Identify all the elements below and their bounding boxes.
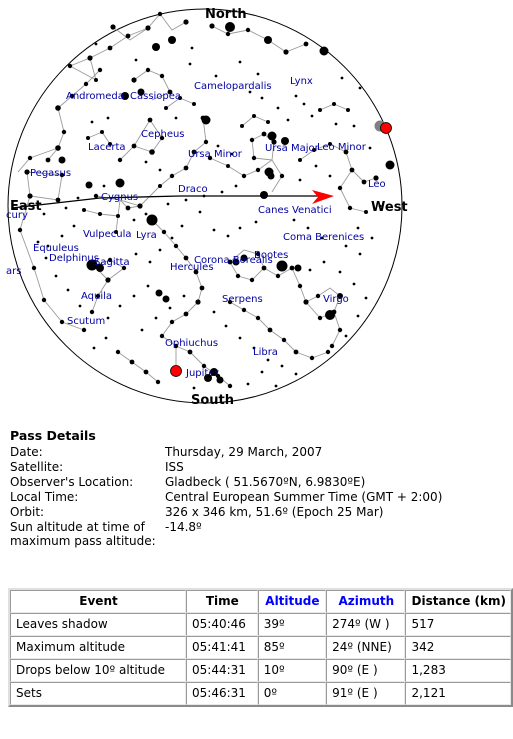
constellation-label-libra: Libra	[253, 347, 278, 358]
distance-cell: 2,121	[405, 682, 511, 705]
event-cell: Leaves shadow	[10, 613, 186, 636]
constellation-label-camelopardalis: Camelopardalis	[194, 81, 272, 92]
constellation-label-cepheus: Cepheus	[141, 129, 185, 140]
detail-row-local-time: Local Time: Central European Summer Time…	[10, 490, 442, 505]
detail-value-sun-altitude: -14.8º	[165, 520, 202, 534]
constellation-label-ursa-major: Ursa Major	[265, 143, 320, 154]
detail-value-orbit: 326 x 346 km, 51.6º (Epoch 25 Mar)	[165, 505, 384, 519]
column-header-azimuth: Azimuth	[326, 590, 406, 613]
pass-details-heading: Pass Details	[10, 428, 96, 443]
constellation-label-ophiuchus: Ophiuchus	[165, 338, 218, 349]
constellation-label-aquila: Aquila	[81, 291, 112, 302]
detail-value-date: Thursday, 29 March, 2007	[165, 445, 323, 459]
detail-value-satellite: ISS	[165, 460, 184, 474]
distance-cell: 1,283	[405, 659, 511, 682]
constellation-label-coma-berenices: Coma Berenices	[283, 232, 364, 243]
detail-value-local-time: Central European Summer Time (GMT + 2:00…	[165, 490, 443, 504]
iss-start-marker	[380, 122, 392, 134]
events-table-wrapper: Event Time Altitude Azimuth Distance (km…	[8, 588, 513, 707]
events-table-header-row: Event Time Altitude Azimuth Distance (km…	[10, 590, 511, 613]
pass-details-table: Date: Thursday, 29 March, 2007 Satellite…	[10, 445, 442, 549]
detail-label-sun-altitude: Sun altitude at time of maximum pass alt…	[10, 520, 165, 549]
pass-details-section: Pass Details Date: Thursday, 29 March, 2…	[10, 428, 503, 549]
detail-label-local-time: Local Time:	[10, 490, 79, 504]
altitude-cell: 0º	[257, 682, 327, 705]
planet-marker-jupiter	[170, 365, 182, 377]
detail-label-orbit: Orbit:	[10, 505, 45, 519]
column-header-distance: Distance (km)	[405, 590, 511, 613]
constellation-label-cassiopea: Cassiopea	[130, 91, 181, 102]
azimuth-cell: 91º (E )	[326, 682, 406, 705]
detail-row-observer-location: Observer's Location: Gladbeck ( 51.5670º…	[10, 475, 442, 490]
time-cell: 05:46:31	[186, 682, 258, 705]
constellation-label-serpens: Serpens	[222, 294, 263, 305]
detail-row-satellite: Satellite: ISS	[10, 460, 442, 475]
events-table-body: Leaves shadow 05:40:46 39º 274º (W ) 517 Maxi…	[10, 613, 511, 705]
constellation-label-cygnus: Cygnus	[101, 192, 138, 203]
events-table: Event Time Altitude Azimuth Distance (km…	[8, 588, 513, 707]
detail-label-satellite: Satellite:	[10, 460, 64, 474]
cardinal-label-west: West	[371, 200, 408, 215]
constellation-label-sagitta: Sagitta	[94, 257, 130, 268]
sun-altitude-label-line2: maximum pass altitude:	[10, 534, 156, 548]
constellation-label-lynx: Lynx	[290, 76, 313, 87]
edge-label-ars: ars	[6, 266, 21, 277]
constellation-label-hercules: Hercules	[170, 262, 214, 273]
event-cell: Drops below 10º altitude	[10, 659, 186, 682]
table-row: Sets 05:46:31 0º 91º (E ) 2,121	[10, 682, 511, 705]
detail-row-sun-altitude: Sun altitude at time of maximum pass alt…	[10, 520, 442, 549]
detail-value-observer-location: Gladbeck ( 51.5670ºN, 6.9830ºE)	[165, 475, 366, 489]
constellation-label-pegasus: Pegasus	[30, 168, 71, 179]
time-cell: 05:44:31	[186, 659, 258, 682]
constellation-label-canes-venatici: Canes Venatici	[258, 205, 332, 216]
cardinal-label-east: East	[10, 199, 42, 214]
table-row: Maximum altitude 05:41:41 85º 24º (NNE) 342	[10, 636, 511, 659]
constellation-label-draco: Draco	[178, 184, 208, 195]
column-header-time: Time	[186, 590, 258, 613]
altitude-cell: 85º	[257, 636, 327, 659]
constellation-label-bootes: Bootes	[254, 250, 288, 261]
event-cell: Maximum altitude	[10, 636, 186, 659]
constellation-label-vulpecula: Vulpecula	[83, 229, 132, 240]
table-row: Leaves shadow 05:40:46 39º 274º (W ) 517	[10, 613, 511, 636]
constellation-label-ursa-minor: Ursa Minor	[188, 149, 243, 160]
azimuth-cell: 90º (E )	[326, 659, 406, 682]
azimuth-cell: 24º (NNE)	[326, 636, 406, 659]
constellation-label-leo-minor: Leo Minor	[317, 142, 367, 153]
detail-label-date: Date:	[10, 445, 43, 459]
sky-chart: Andromeda Cassiopea Camelopardalis Lynx Ceph…	[0, 0, 513, 420]
planet-label-jupiter: Jupiter	[185, 368, 219, 379]
constellation-label-scutum: Scutum	[67, 316, 105, 327]
distance-cell: 342	[405, 636, 511, 659]
constellation-label-virgo: Virgo	[323, 294, 349, 305]
altitude-cell: 10º	[257, 659, 327, 682]
constellation-label-leo: Leo	[368, 179, 386, 190]
time-cell: 05:40:46	[186, 613, 258, 636]
constellation-label-lyra: Lyra	[136, 230, 157, 241]
detail-row-date: Date: Thursday, 29 March, 2007	[10, 445, 442, 460]
sky-chart-svg: Andromeda Cassiopea Camelopardalis Lynx Ceph…	[6, 7, 408, 408]
event-cell: Sets	[10, 682, 186, 705]
detail-row-orbit: Orbit: 326 x 346 km, 51.6º (Epoch 25 Mar…	[10, 505, 442, 520]
column-header-event: Event	[10, 590, 186, 613]
cardinal-label-south: South	[191, 393, 234, 408]
azimuth-cell: 274º (W )	[326, 613, 406, 636]
altitude-cell: 39º	[257, 613, 327, 636]
constellation-label-lacerta: Lacerta	[88, 142, 126, 153]
column-header-altitude: Altitude	[257, 590, 327, 613]
cardinal-label-north: North	[205, 7, 247, 22]
distance-cell: 517	[405, 613, 511, 636]
constellation-label-andromeda: Andromeda	[66, 91, 124, 102]
detail-label-observer-location: Observer's Location:	[10, 475, 134, 489]
sun-altitude-label-line1: Sun altitude at time of	[10, 520, 145, 534]
constellation-label-delphinus: Delphinus	[49, 253, 99, 264]
time-cell: 05:41:41	[186, 636, 258, 659]
table-row: Drops below 10º altitude 05:44:31 10º 90º (…	[10, 659, 511, 682]
